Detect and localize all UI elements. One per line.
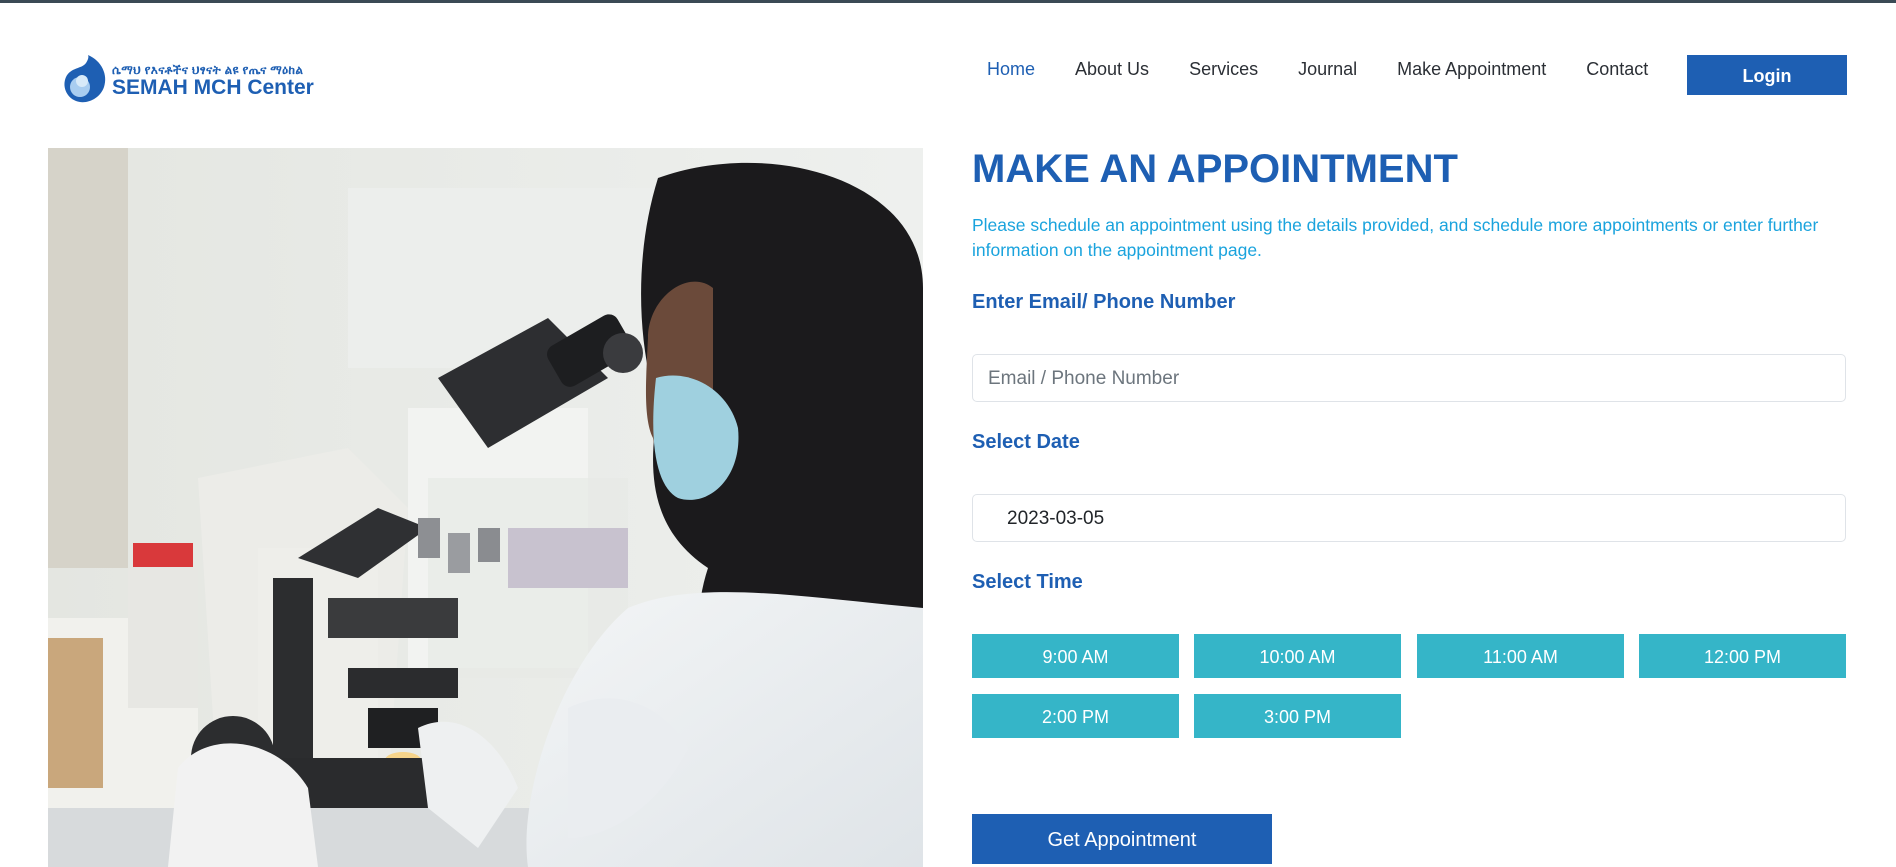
time-slot-button[interactable]: 12:00 PM xyxy=(1639,634,1846,678)
date-input[interactable]: 2023-03-05 xyxy=(972,494,1846,542)
logo-name: SEMAH MCH Center xyxy=(112,75,314,99)
time-slot-button[interactable]: 10:00 AM xyxy=(1194,634,1401,678)
appointment-description: Please schedule an appointment using the… xyxy=(972,215,1819,260)
time-slot-button[interactable]: 9:00 AM xyxy=(972,634,1179,678)
logo-amharic-name: ሴማህ የእናቶችና ህፃናት ልዩ የጤና ማዕከል xyxy=(112,62,304,77)
login-button[interactable]: Login xyxy=(1687,55,1847,95)
email-phone-input[interactable]: Email / Phone Number xyxy=(972,354,1846,402)
logo-drop-icon xyxy=(62,53,108,108)
top-border xyxy=(0,0,1896,3)
email-phone-placeholder: Email / Phone Number xyxy=(988,368,1180,389)
hero-image-lab-scientist xyxy=(48,148,923,867)
main-nav: Home About Us Services Journal Make Appo… xyxy=(987,56,1688,82)
nav-contact[interactable]: Contact xyxy=(1586,59,1648,80)
time-slot-button[interactable]: 2:00 PM xyxy=(972,694,1179,738)
site-logo[interactable]: ሴማህ የእናቶችና ህፃናት ልዩ የጤና ማዕከል SEMAH MCH Ce… xyxy=(62,53,352,108)
nav-make-appointment[interactable]: Make Appointment xyxy=(1397,59,1546,80)
date-label: Select Date xyxy=(972,431,1080,453)
nav-journal[interactable]: Journal xyxy=(1298,59,1357,80)
email-label: Enter Email/ Phone Number xyxy=(972,291,1236,313)
nav-home[interactable]: Home xyxy=(987,59,1035,80)
get-appointment-button[interactable]: Get Appointment xyxy=(972,814,1272,864)
date-value: 2023-03-05 xyxy=(1007,508,1105,529)
time-label: Select Time xyxy=(972,571,1083,593)
time-slot-button[interactable]: 11:00 AM xyxy=(1417,634,1624,678)
nav-services[interactable]: Services xyxy=(1189,59,1258,80)
appointment-form: MAKE AN APPOINTMENT Please schedule an a… xyxy=(972,145,1848,864)
page-title: MAKE AN APPOINTMENT xyxy=(972,147,1458,191)
nav-about-us[interactable]: About Us xyxy=(1075,59,1149,80)
time-slot-button[interactable]: 3:00 PM xyxy=(1194,694,1401,738)
